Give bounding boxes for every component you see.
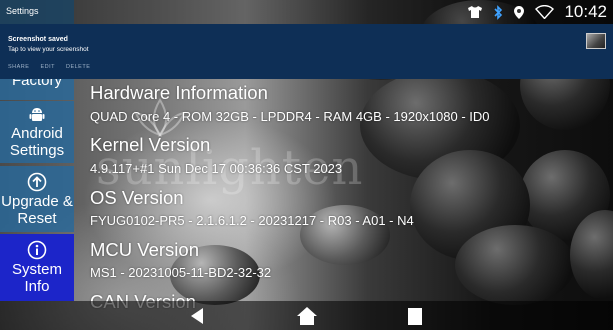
os-version-value: FYUG0102-PR5 - 2.1.6.1.2 - 20231217 - R0… (90, 213, 414, 228)
back-icon[interactable] (183, 305, 213, 327)
hardware-info-heading: Hardware Information (90, 82, 268, 103)
hardware-info-value: QUAD Core 4 - ROM 32GB - LPDDR4 - RAM 4G… (90, 109, 490, 124)
notification-title: Screenshot saved (8, 36, 68, 43)
navigation-bar (0, 301, 613, 330)
sidebar-item-label: Android Settings (9, 125, 65, 159)
info-icon (27, 240, 47, 260)
sidebar-item-upgrade-reset[interactable]: Upgrade & Reset (0, 166, 74, 232)
android-icon (29, 108, 45, 121)
home-icon[interactable] (292, 305, 322, 327)
sidebar-item-android-settings[interactable]: Android Settings (0, 101, 74, 163)
notification-subtitle: Tap to view your screenshot (8, 46, 89, 53)
sidebar: Factory Android Settings Upgrade & Reset… (0, 0, 74, 301)
upgrade-arrow-icon (27, 172, 47, 192)
share-button[interactable]: SHARE (8, 64, 29, 70)
edit-button[interactable]: EDIT (40, 64, 55, 70)
kernel-version-heading: Kernel Version (90, 134, 211, 155)
clock: 10:42 (564, 2, 607, 21)
kernel-version-value: 4.9.117+#1 Sun Dec 17 00:36:36 CST 2023 (90, 161, 343, 176)
recents-icon[interactable] (400, 305, 430, 327)
stone (455, 225, 575, 305)
sidebar-item-label: System Info (11, 261, 62, 295)
delete-button[interactable]: DELETE (66, 64, 90, 70)
screenshot-thumbnail[interactable] (586, 33, 606, 49)
location-icon (514, 5, 525, 19)
os-version-heading: OS Version (90, 187, 184, 208)
wifi-icon (535, 5, 555, 19)
sidebar-item-label: Upgrade & Reset (1, 193, 73, 227)
screenshot-notification[interactable]: Screenshot saved Tap to view your screen… (0, 24, 613, 79)
status-bar: Settings 10:42 (0, 0, 613, 24)
sidebar-item-system-info[interactable]: System Info (0, 234, 74, 301)
bluetooth-icon (494, 4, 503, 20)
status-bar-title: Settings (6, 6, 39, 16)
mcu-version-heading: MCU Version (90, 239, 199, 260)
mcu-version-value: MS1 - 20231005-11-BD2-32-32 (90, 265, 272, 280)
tshirt-icon (468, 6, 483, 18)
